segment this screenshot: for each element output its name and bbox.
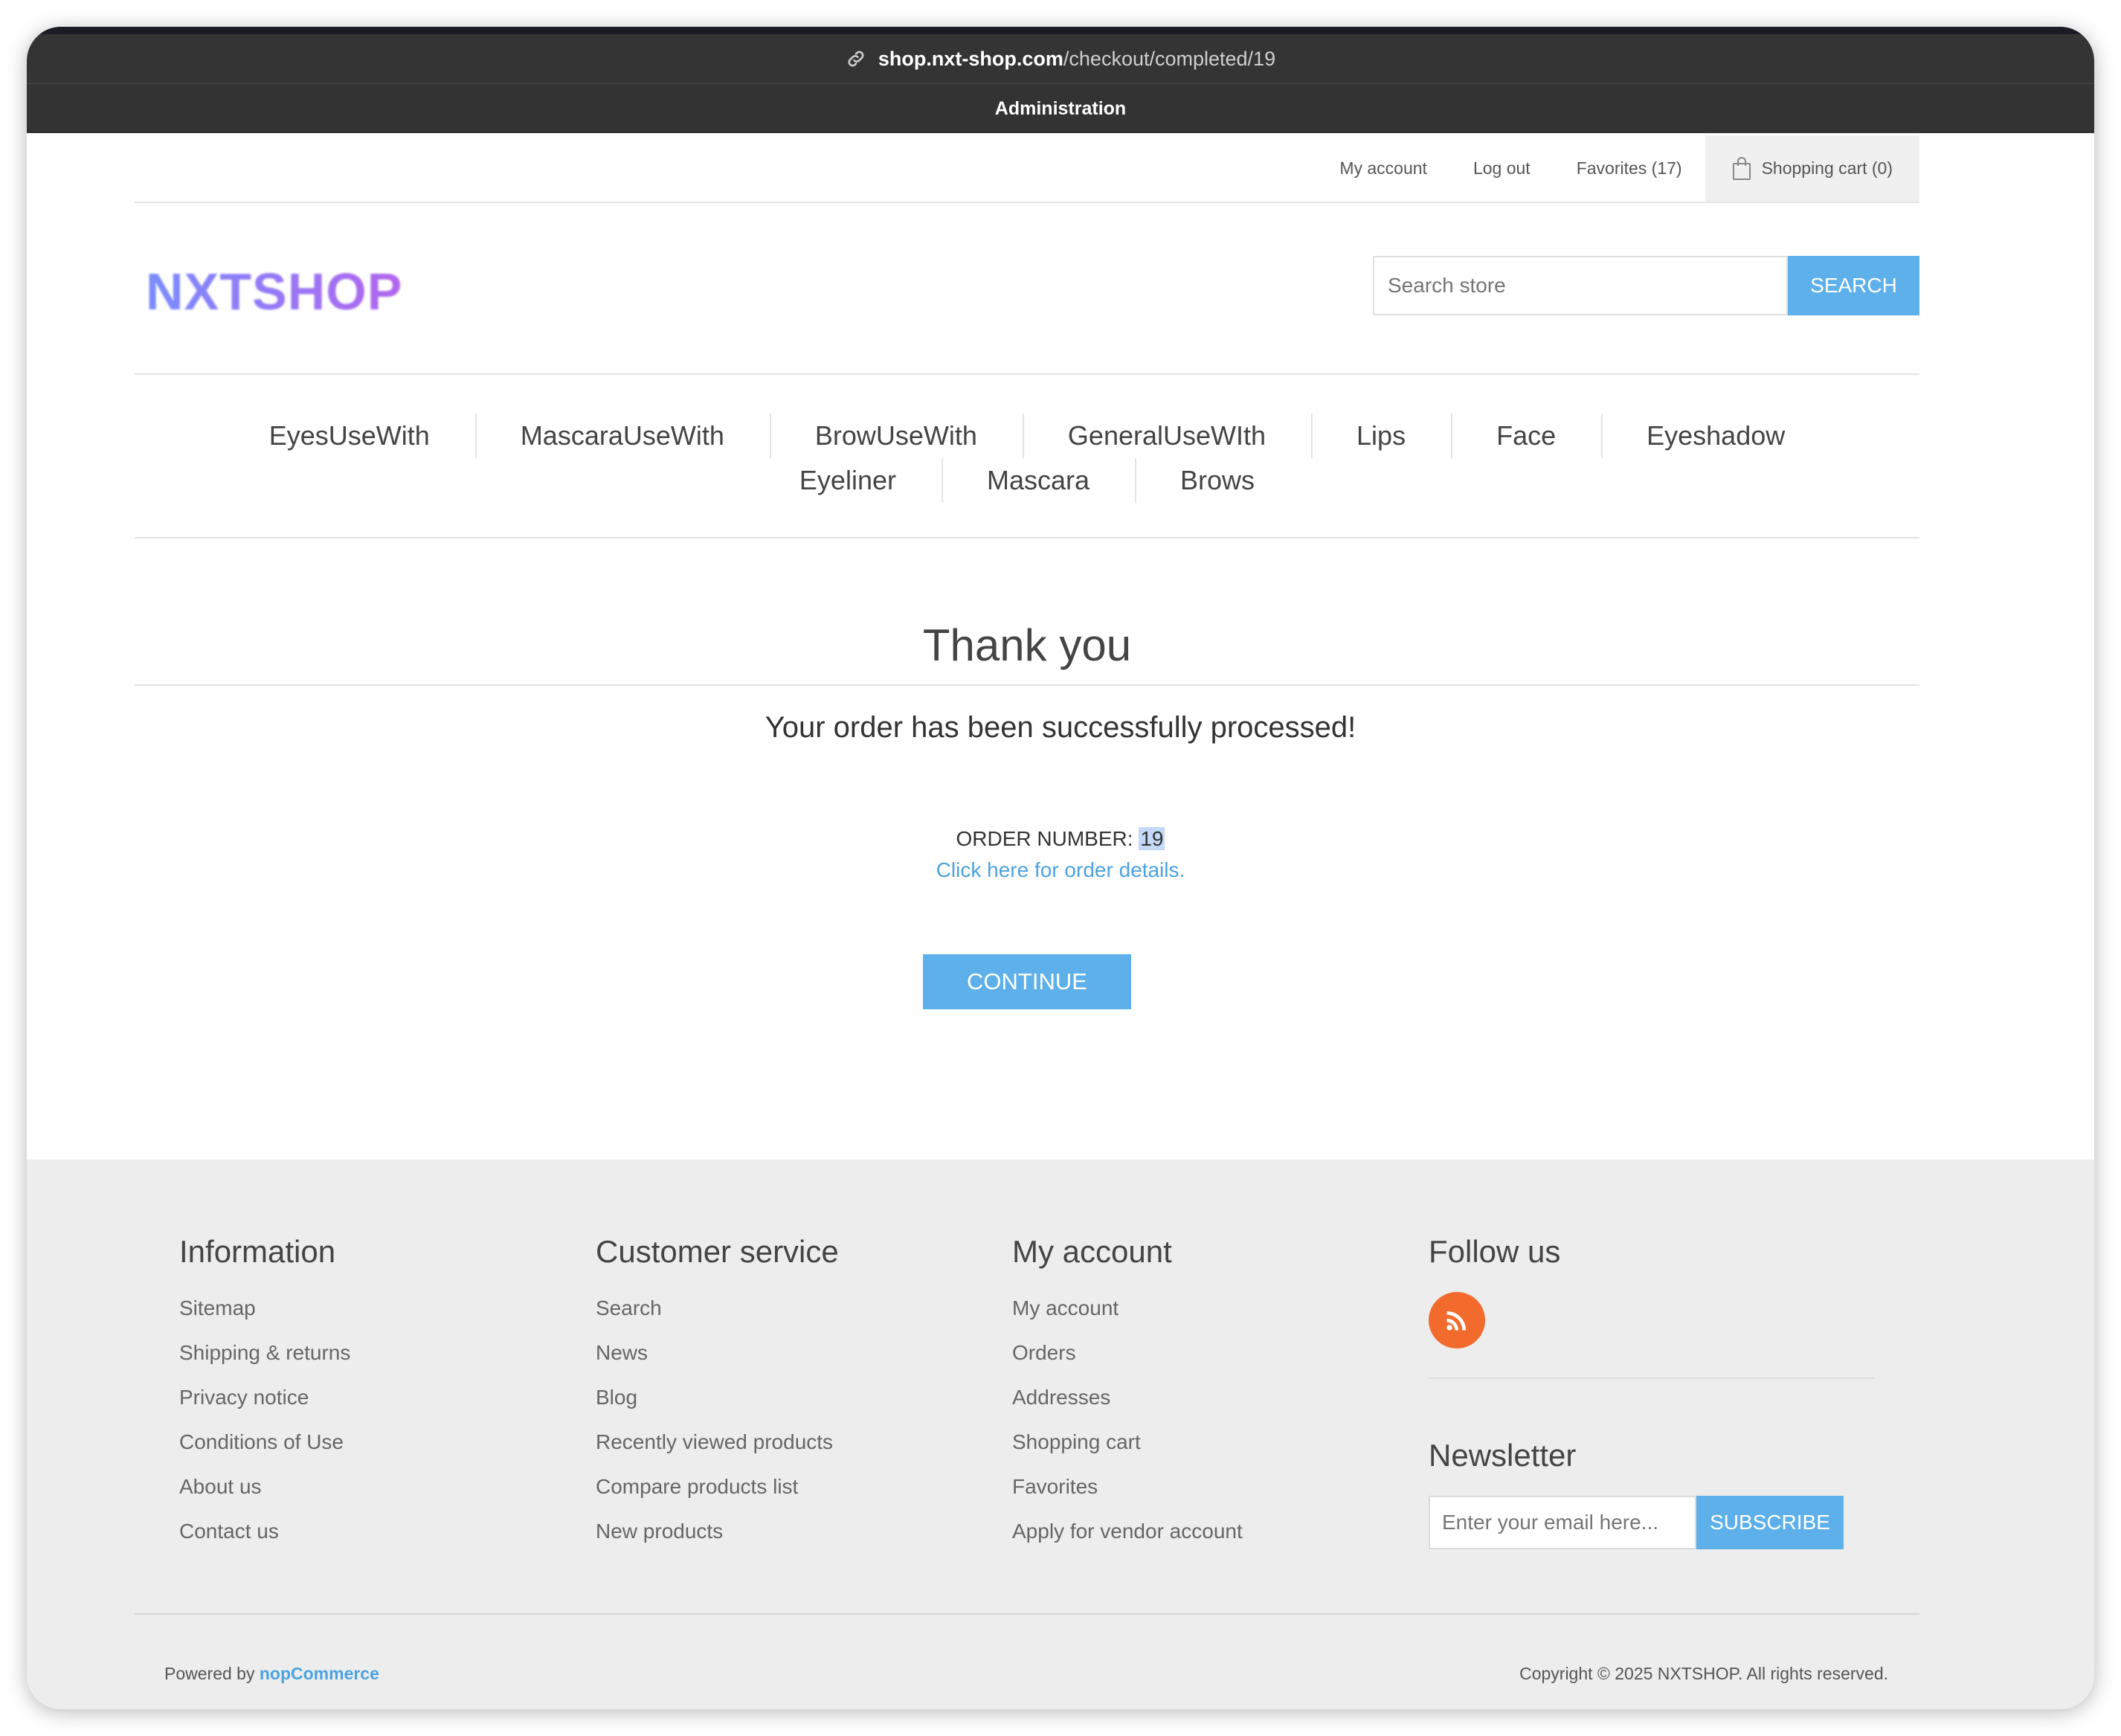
footer-link-new-products[interactable]: New products <box>596 1509 839 1554</box>
footer-link-addresses[interactable]: Addresses <box>1012 1375 1243 1420</box>
powered-by-label: Powered by <box>164 1664 255 1683</box>
footer-link-blog[interactable]: Blog <box>596 1375 839 1420</box>
rss-icon[interactable] <box>1429 1292 1485 1348</box>
url-host: shop.nxt-shop.com <box>878 47 1063 70</box>
store-logo[interactable]: NXTSHOP <box>146 262 402 321</box>
search-input[interactable] <box>1373 256 1788 315</box>
footer-customer-service: Customer service Search News Blog Recent… <box>596 1234 839 1554</box>
newsletter-email-input[interactable] <box>1429 1496 1696 1549</box>
nav-item-face[interactable]: Face <box>1451 414 1601 458</box>
footer-link-news[interactable]: News <box>596 1331 839 1375</box>
category-menu: EyesUseWith MascaraUseWith BrowUseWith G… <box>135 373 1919 539</box>
footer-link-sitemap[interactable]: Sitemap <box>179 1286 350 1331</box>
nav-item-mascara[interactable]: Mascara <box>941 458 1135 503</box>
footer-link-shopping-cart[interactable]: Shopping cart <box>1012 1420 1243 1465</box>
footer-link-about-us[interactable]: About us <box>179 1465 350 1509</box>
search-button[interactable]: SEARCH <box>1788 256 1919 315</box>
category-menu-row-1: EyesUseWith MascaraUseWith BrowUseWith G… <box>135 414 1919 458</box>
order-details-link[interactable]: Click here for order details. <box>27 858 2094 882</box>
newsletter-title: Newsletter <box>1429 1438 1577 1473</box>
nav-item-lips[interactable]: Lips <box>1311 414 1451 458</box>
order-number: ORDER NUMBER: 19 <box>27 827 2094 851</box>
footer-link-shipping-returns[interactable]: Shipping & returns <box>179 1331 350 1375</box>
footer: Information Sitemap Shipping & returns P… <box>27 1160 2094 1709</box>
nav-item-browusewith[interactable]: BrowUseWith <box>769 414 1023 458</box>
shopping-cart-link[interactable]: Shopping cart (0) <box>1705 135 1919 202</box>
log-out-link[interactable]: Log out <box>1450 158 1554 179</box>
copyright: Copyright © 2025 NXTSHOP. All rights res… <box>1519 1664 1888 1683</box>
nav-item-brows[interactable]: Brows <box>1135 458 1300 503</box>
shopping-cart-label: Shopping cart (0) <box>1761 158 1893 178</box>
order-number-value: 19 <box>1139 827 1165 850</box>
footer-follow-us: Follow us <box>1429 1234 1560 1270</box>
header-links: My account Log out Favorites (17) Shoppi… <box>135 135 1919 203</box>
url-path: /checkout/completed/19 <box>1063 47 1276 70</box>
footer-link-favorites[interactable]: Favorites <box>1012 1465 1243 1509</box>
page-title: Thank you <box>135 610 1919 686</box>
nopcommerce-link[interactable]: nopCommerce <box>260 1664 379 1683</box>
footer-divider <box>1429 1377 1875 1379</box>
footer-link-my-account[interactable]: My account <box>1012 1286 1243 1331</box>
continue-button[interactable]: CONTINUE <box>923 954 1131 1009</box>
nav-item-eyeliner[interactable]: Eyeliner <box>754 458 942 503</box>
footer-information: Information Sitemap Shipping & returns P… <box>179 1234 350 1554</box>
address-bar[interactable]: shop.nxt-shop.com/checkout/completed/19 <box>27 27 2094 83</box>
powered-by: Powered by nopCommerce <box>164 1664 379 1684</box>
browser-window: shop.nxt-shop.com/checkout/completed/19 … <box>27 27 2094 1709</box>
footer-link-conditions-of-use[interactable]: Conditions of Use <box>179 1420 350 1465</box>
footer-link-vendor-account[interactable]: Apply for vendor account <box>1012 1509 1243 1554</box>
footer-link-search[interactable]: Search <box>596 1286 839 1331</box>
admin-bar: Administration <box>27 83 2094 133</box>
link-icon <box>848 51 864 67</box>
nav-item-mascarausewith[interactable]: MascaraUseWith <box>474 414 770 458</box>
success-message: Your order has been successfully process… <box>765 711 1356 744</box>
footer-link-privacy-notice[interactable]: Privacy notice <box>179 1375 350 1420</box>
nav-item-generalusewith[interactable]: GeneralUseWIth <box>1022 414 1311 458</box>
footer-link-recently-viewed[interactable]: Recently viewed products <box>596 1420 839 1465</box>
favorites-link[interactable]: Favorites (17) <box>1554 158 1705 179</box>
shopping-bag-icon <box>1732 156 1751 180</box>
footer-customer-service-title: Customer service <box>596 1234 839 1269</box>
footer-information-title: Information <box>179 1234 336 1269</box>
footer-link-orders[interactable]: Orders <box>1012 1331 1243 1375</box>
footer-link-contact-us[interactable]: Contact us <box>179 1509 350 1554</box>
nav-item-eyesusewith[interactable]: EyesUseWith <box>224 414 475 458</box>
category-menu-row-2: Eyeliner Mascara Brows <box>135 458 1919 503</box>
footer-follow-us-title: Follow us <box>1429 1234 1561 1269</box>
footer-my-account: My account My account Orders Addresses S… <box>1012 1234 1243 1554</box>
nav-item-eyeshadow[interactable]: Eyeshadow <box>1601 414 1830 458</box>
footer-link-compare-products[interactable]: Compare products list <box>596 1465 839 1509</box>
order-number-label: ORDER NUMBER: <box>956 827 1133 850</box>
my-account-link[interactable]: My account <box>1316 158 1450 179</box>
footer-my-account-title: My account <box>1012 1234 1172 1269</box>
administration-link[interactable]: Administration <box>995 98 1126 120</box>
footer-bottom-divider <box>135 1613 1919 1615</box>
subscribe-button[interactable]: SUBSCRIBE <box>1696 1496 1844 1549</box>
